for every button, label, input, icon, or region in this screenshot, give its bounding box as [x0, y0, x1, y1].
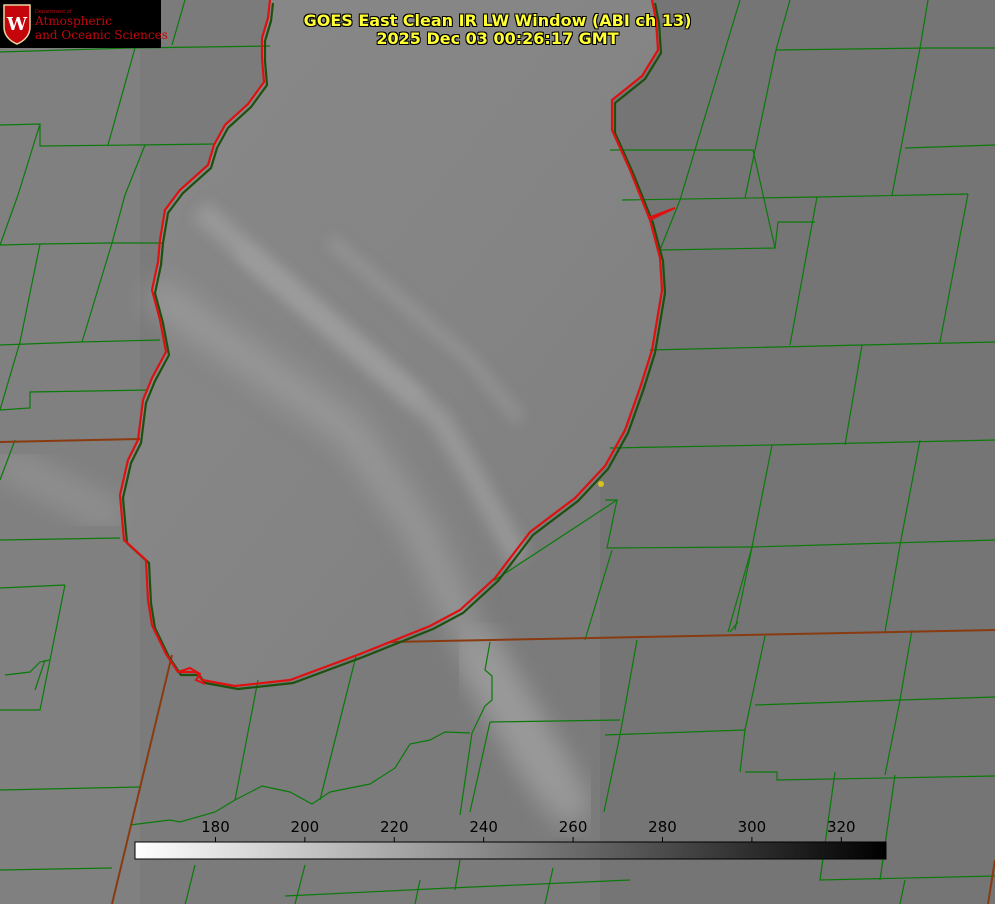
colorbar-tick-label: 300	[738, 818, 767, 836]
image-title: GOES East Clean IR LW Window (ABI ch 13)	[303, 11, 692, 30]
satellite-view: 180 200 220 240 260 280 300 320 W Department of…	[0, 0, 995, 904]
colorbar-tick-label: 240	[469, 818, 498, 836]
colorbar-tick-label: 280	[648, 818, 677, 836]
land-right-shade	[600, 0, 995, 904]
colorbar-tick-label: 260	[559, 818, 588, 836]
colorbar-tick-label: 200	[291, 818, 320, 836]
colorbar-gradient	[134, 841, 887, 860]
colorbar-tick-label: 180	[201, 818, 230, 836]
land-left-shade	[0, 0, 140, 904]
colorbar-tick-label: 220	[380, 818, 409, 836]
image-timestamp: 2025 Dec 03 00:26:17 GMT	[376, 29, 619, 48]
ir-map: 180 200 220 240 260 280 300 320	[0, 0, 995, 904]
colorbar-tick-label: 320	[827, 818, 856, 836]
station-marker	[598, 481, 604, 487]
